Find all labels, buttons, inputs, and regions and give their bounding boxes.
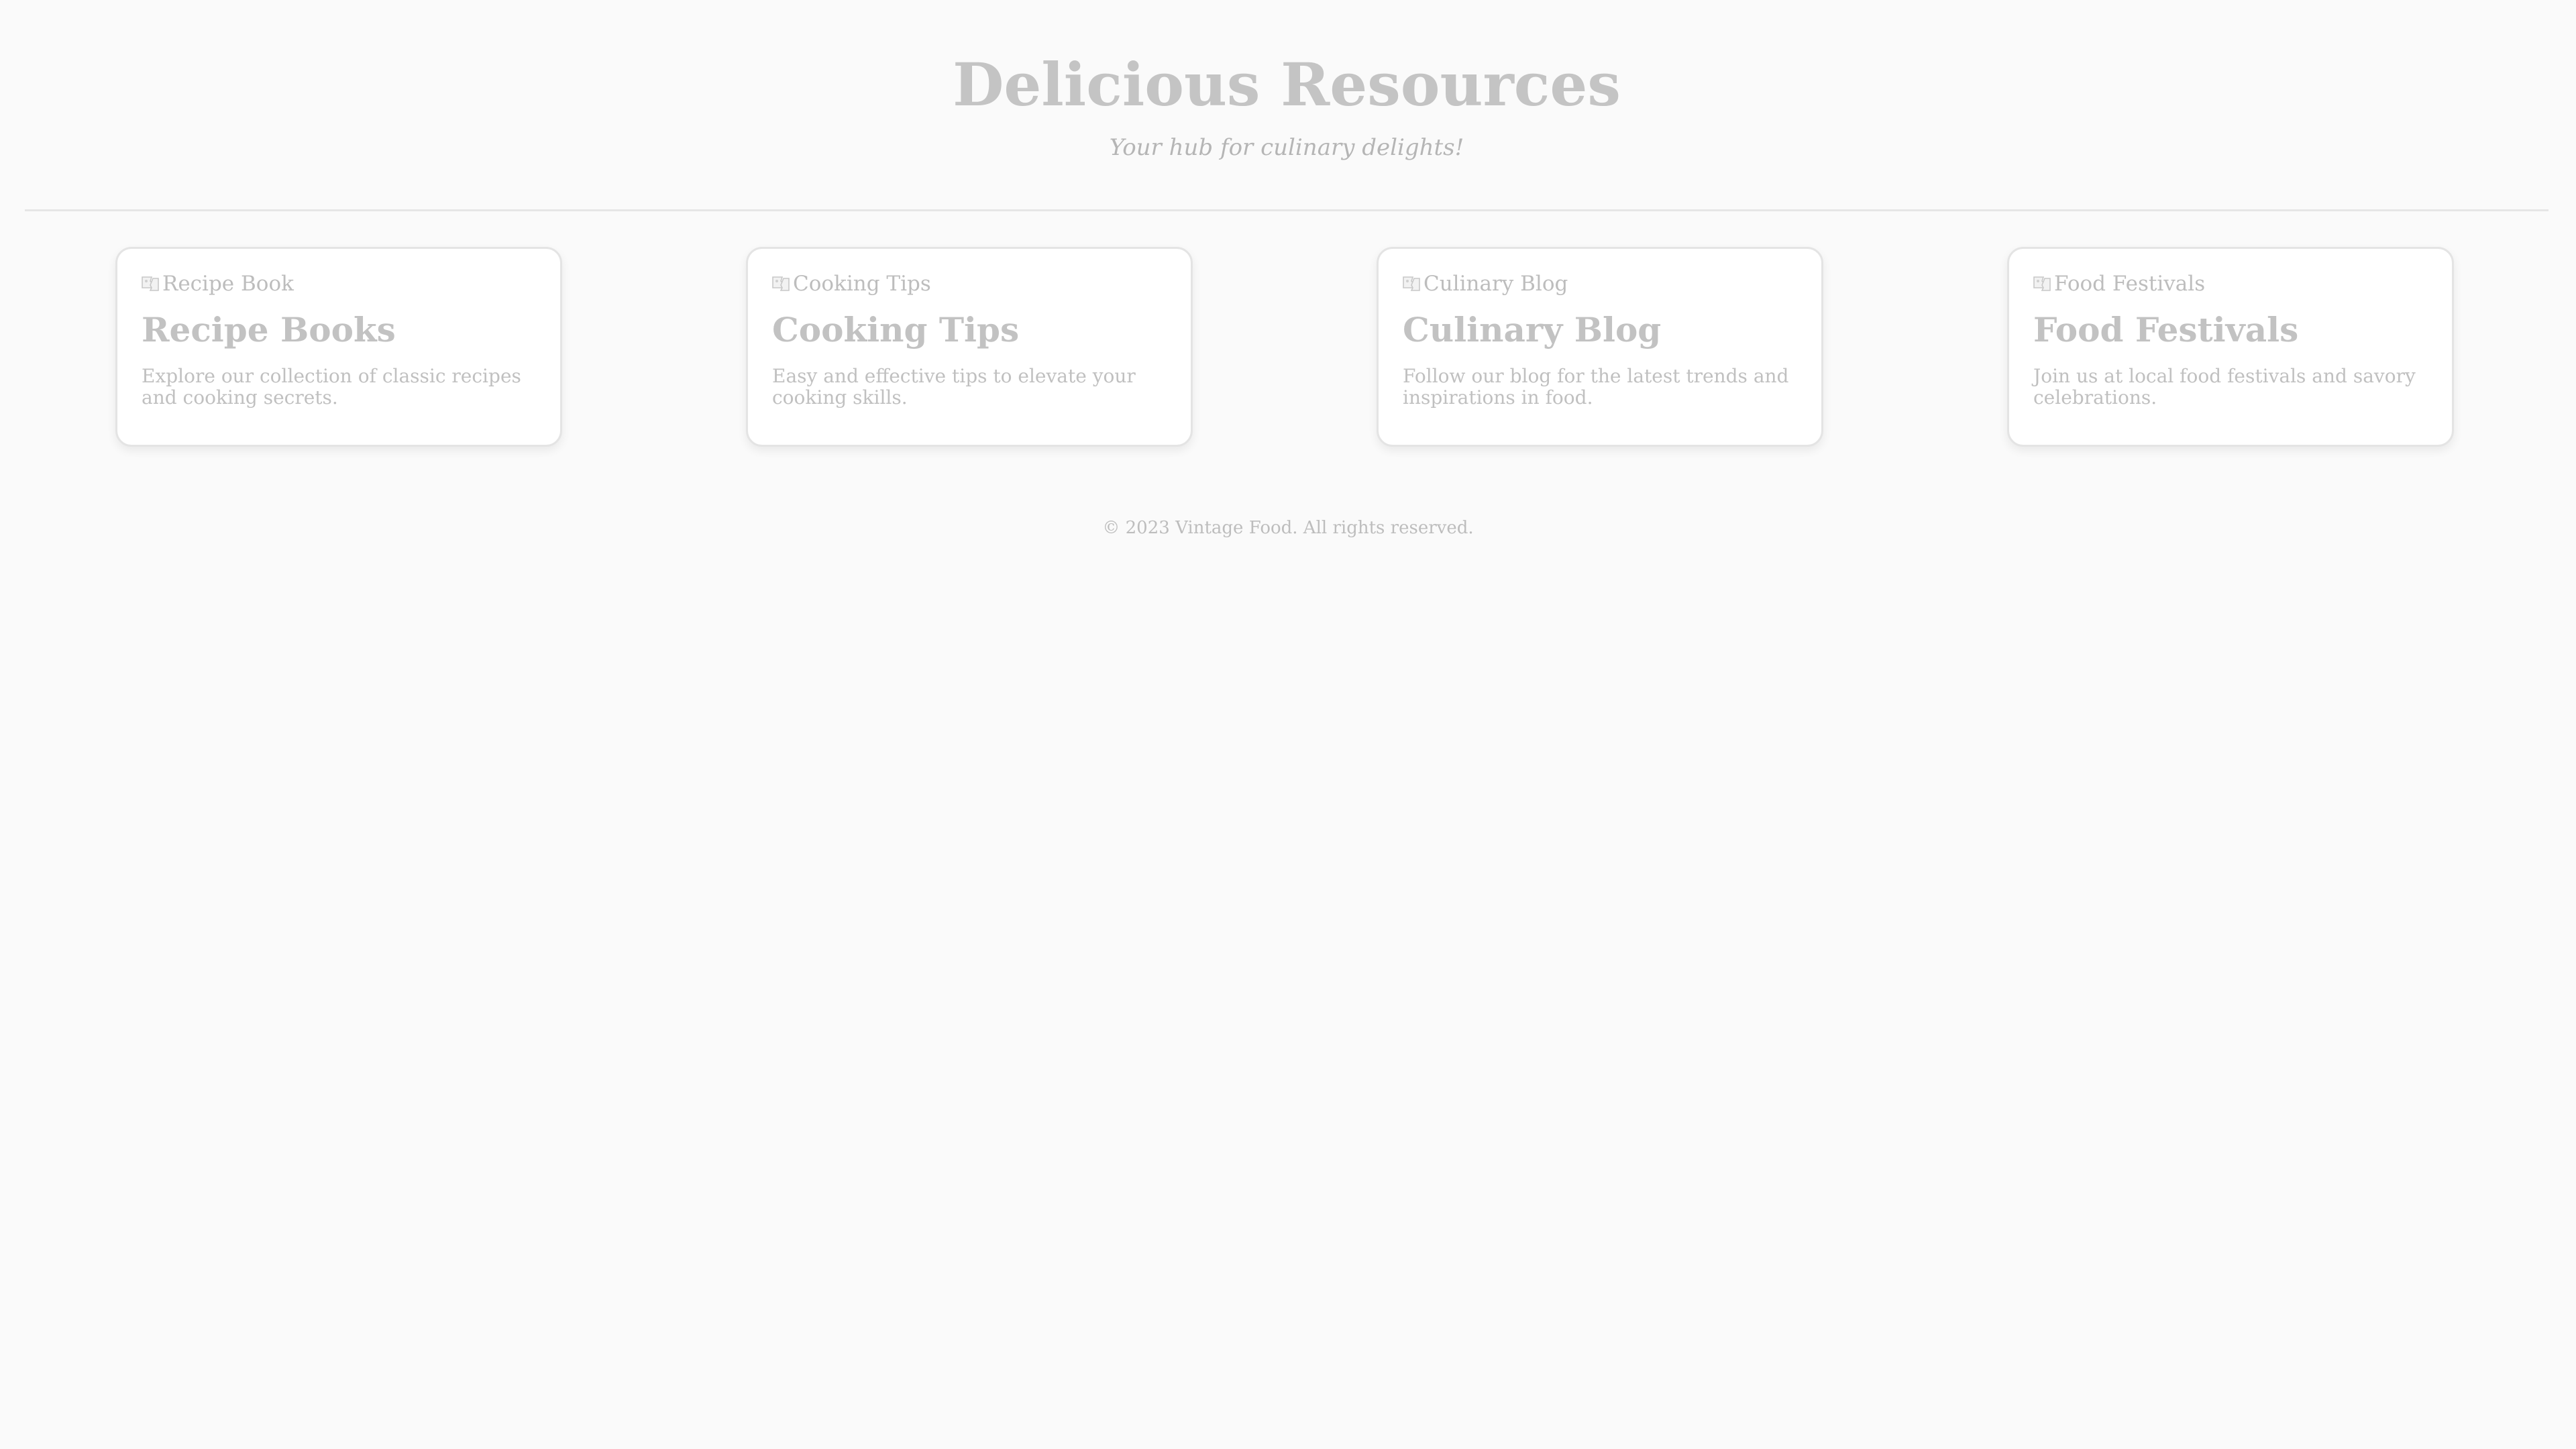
card-image: Food Festivals (2031, 269, 2205, 299)
resource-cards: Recipe Book Recipe Books Explore our col… (0, 247, 2576, 449)
site-header: Delicious Resources Your hub for culinar… (25, 0, 2548, 211)
broken-image-icon (2033, 276, 2051, 291)
card-description: Explore our collection of classic recipe… (142, 365, 521, 409)
card-food-festivals[interactable]: Food Festivals Food Festivals Join us at… (2007, 247, 2454, 447)
card-image-alt: Culinary Blog (1424, 272, 1568, 296)
page-tagline: Your hub for culinary delights! (1109, 134, 1464, 161)
page-title: Delicious Resources (953, 50, 1621, 119)
card-description: Join us at local food festivals and savo… (2033, 365, 2416, 409)
site-footer: © 2023 Vintage Food. All rights reserved… (0, 511, 2576, 545)
card-image-alt: Recipe Book (162, 272, 294, 296)
card-description: Follow our blog for the latest trends an… (1403, 365, 1789, 409)
card-description: Easy and effective tips to elevate your … (772, 365, 1136, 409)
footer-copyright: © 2023 Vintage Food. All rights reserved… (1102, 518, 1474, 538)
card-title: Cooking Tips (772, 310, 1020, 350)
page: Delicious Resources Your hub for culinar… (0, 0, 2576, 1449)
card-image: Culinary Blog (1401, 269, 1568, 299)
card-image: Recipe Book (140, 269, 294, 299)
broken-image-icon (772, 276, 790, 291)
broken-image-icon (142, 276, 159, 291)
broken-image-icon (1403, 276, 1420, 291)
card-title: Recipe Books (142, 310, 396, 350)
card-image-alt: Food Festivals (2054, 272, 2206, 296)
card-title: Culinary Blog (1403, 310, 1662, 350)
card-image-alt: Cooking Tips (793, 272, 931, 296)
card-culinary-blog[interactable]: Culinary Blog Culinary Blog Follow our b… (1377, 247, 1823, 447)
card-image: Cooking Tips (770, 269, 931, 299)
card-cooking-tips[interactable]: Cooking Tips Cooking Tips Easy and effec… (746, 247, 1193, 447)
card-recipe-books[interactable]: Recipe Book Recipe Books Explore our col… (115, 247, 562, 447)
card-title: Food Festivals (2033, 310, 2299, 350)
